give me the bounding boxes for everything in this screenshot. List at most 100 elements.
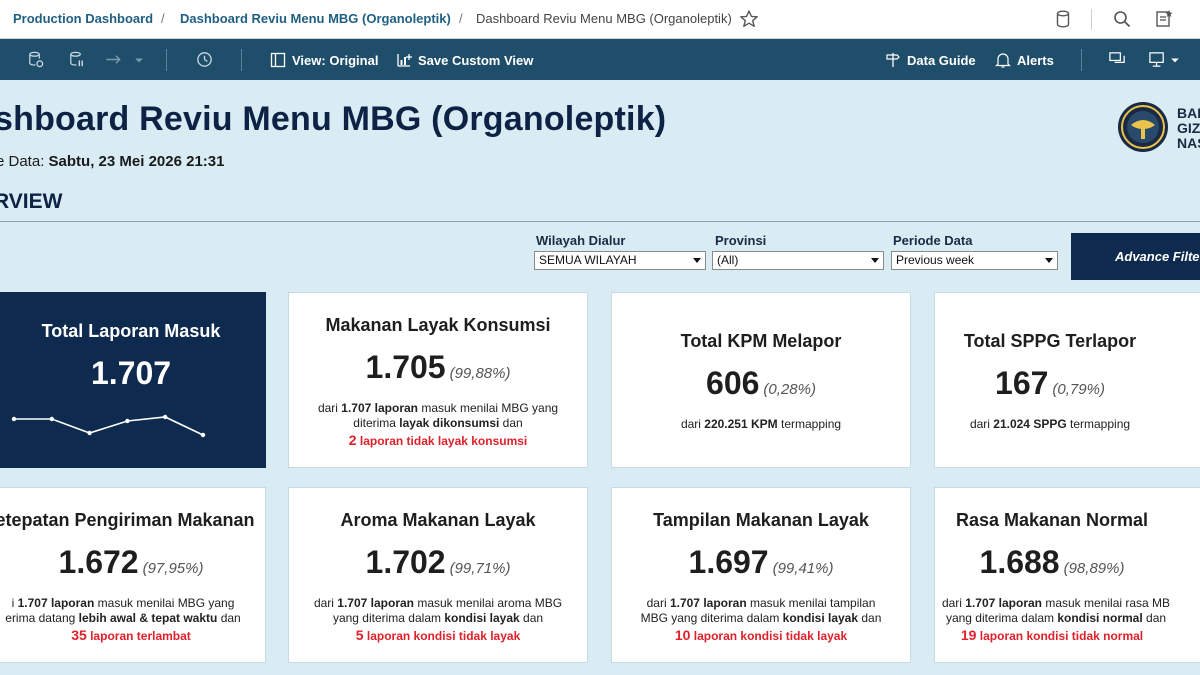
dashboard-title: shboard Reviu Menu MBG (Organoleptik) xyxy=(0,100,667,138)
revert-data-icon[interactable] xyxy=(26,50,45,69)
alerts-button[interactable]: Alerts xyxy=(995,51,1054,69)
breadcrumb-bar: Production Dashboard / Dashboard Reviu M… xyxy=(0,0,1200,39)
card-desc-bold: 21.024 SPPG xyxy=(993,417,1067,431)
card-total-laporan: Total Laporan Masuk 1.707 xyxy=(0,292,266,468)
dropdown-arrow-icon xyxy=(871,258,879,263)
star-favorite-icon[interactable] xyxy=(739,9,759,29)
notes-icon[interactable] xyxy=(1154,9,1174,29)
agency-name-line: NAS xyxy=(1177,135,1200,151)
breadcrumb-parent-link[interactable]: Dashboard Reviu Menu MBG (Organoleptik) xyxy=(180,11,451,26)
card-desc-text: dari xyxy=(313,596,338,610)
card-warning-count: 35 xyxy=(71,627,87,643)
agency-name-line: BAD xyxy=(1177,105,1200,121)
card-desc-bold: 1.707 laporan xyxy=(17,596,95,610)
card-warning: 19 laporan kondisi tidak normal xyxy=(903,627,1200,643)
card-value-percent: (99,88%) xyxy=(449,365,511,382)
card-value-percent: (99,41%) xyxy=(772,560,834,577)
card-value: 1.705 (99,88%) xyxy=(289,349,587,386)
card-title: Total KPM Melapor xyxy=(680,331,842,351)
card-desc-text: diterima xyxy=(353,416,400,430)
card-value-number: 1.702 xyxy=(365,544,446,580)
save-custom-view-button[interactable]: Save Custom View xyxy=(396,51,533,69)
agency-name: BAD GIZ NAS xyxy=(1177,106,1200,151)
card-desc-bold: kondisi normal xyxy=(1057,611,1143,625)
filter-periode-value: Previous week xyxy=(896,253,975,267)
card-total-kpm: Total KPM Melapor 606 (0,28%) dari 220.25… xyxy=(611,292,911,468)
card-title: Makanan Layak Konsumsi xyxy=(325,315,551,335)
present-icon[interactable] xyxy=(1148,50,1167,69)
agency-emblem-icon xyxy=(1118,102,1168,152)
filter-provinsi-label: Provinsi xyxy=(715,233,767,248)
card-desc-bold: layak dikonsumsi xyxy=(399,416,500,430)
card-value: 1.707 xyxy=(0,355,265,392)
bell-icon xyxy=(995,53,1011,68)
data-source-icon[interactable] xyxy=(1053,9,1073,29)
card-desc-bold: 1.707 laporan xyxy=(337,596,414,610)
card-warning-count: 10 xyxy=(674,627,691,643)
card-desc-text: dari xyxy=(969,417,994,431)
card-warning-text: laporan terlambat xyxy=(86,629,191,643)
filter-provinsi-value: (All) xyxy=(717,253,739,267)
filter-periode-dropdown[interactable]: Previous week xyxy=(891,251,1058,270)
card-desc-text: erima datang xyxy=(5,611,79,625)
card-value-number: 1.672 xyxy=(58,544,139,580)
card-ketepatan-pengiriman: etepatan Pengiriman Makanan 1.672 (97,95%… xyxy=(0,487,266,663)
sparkline-line xyxy=(14,416,204,436)
card-value-percent: (0,28%) xyxy=(763,381,816,398)
card-warning: 35 laporan terlambat xyxy=(0,627,265,643)
card-value: 167 (0,79%) xyxy=(901,365,1199,402)
card-value: 1.697 (99,41%) xyxy=(612,544,910,581)
card-warning-count: 5 xyxy=(355,627,364,643)
pause-updates-icon[interactable] xyxy=(67,50,86,69)
card-value: 1.702 (99,71%) xyxy=(289,544,587,581)
data-guide-label: Data Guide xyxy=(907,52,976,68)
card-value-number: 606 xyxy=(706,365,760,401)
toolbar-divider xyxy=(1081,49,1082,71)
card-value-number: 1.707 xyxy=(90,355,172,391)
card-desc-text: dari xyxy=(680,417,705,431)
section-overview-title: RVIEW xyxy=(0,190,63,213)
card-desc-text: masuk menilai aroma MBG xyxy=(414,596,563,610)
filter-periode-label: Periode Data xyxy=(893,233,973,248)
chevron-down-icon[interactable] xyxy=(133,50,145,69)
refresh-clock-icon[interactable] xyxy=(195,50,214,69)
update-prefix: e Data: xyxy=(0,153,45,170)
dropdown-arrow-icon xyxy=(693,258,701,263)
search-icon[interactable] xyxy=(1112,9,1132,29)
card-value-number: 167 xyxy=(995,365,1049,401)
card-desc-text: masuk menilai tampilan xyxy=(746,596,876,610)
card-warning: 5 laporan kondisi tidak layak xyxy=(289,627,587,643)
card-value-number: 1.705 xyxy=(365,349,446,385)
card-warning: 2 laporan tidak layak konsumsi xyxy=(289,432,587,448)
breadcrumb-root-link[interactable]: Production Dashboard xyxy=(13,11,153,26)
data-guide-button[interactable]: Data Guide xyxy=(885,51,976,69)
chevron-down-icon[interactable] xyxy=(1169,50,1181,69)
comments-icon[interactable] xyxy=(1108,50,1127,69)
card-warning-text: laporan tidak layak konsumsi xyxy=(356,434,528,448)
filter-wilayah-dropdown[interactable]: SEMUA WILAYAH xyxy=(534,251,706,270)
toolbar-divider xyxy=(1091,9,1092,30)
card-warning-text: laporan kondisi tidak normal xyxy=(976,629,1144,643)
advance-filter-button[interactable]: Advance Filte xyxy=(1071,233,1200,280)
card-description: dari 220.251 KPM termapping xyxy=(612,417,910,432)
view-original-button[interactable]: View: Original xyxy=(270,51,378,69)
card-desc-text: masuk menilai MBG yang xyxy=(94,596,235,610)
filter-provinsi-dropdown[interactable]: (All) xyxy=(712,251,884,270)
card-desc-bold: 1.707 laporan xyxy=(669,596,747,610)
card-rasa-makanan: Rasa Makanan Normal 1.688 (98,89%) dari 1… xyxy=(934,487,1200,663)
card-description: dari 1.707 laporan masuk menilai aroma M… xyxy=(289,596,587,626)
redo-icon[interactable] xyxy=(103,50,125,69)
card-desc-text: dan xyxy=(217,611,241,625)
alerts-label: Alerts xyxy=(1017,52,1054,68)
card-aroma-makanan: Aroma Makanan Layak 1.702 (99,71%) dari 1… xyxy=(288,487,588,663)
card-title: Tampilan Makanan Layak xyxy=(653,510,869,530)
card-desc-text: dari xyxy=(317,401,342,415)
card-desc-text: MBG yang diterima dalam xyxy=(640,611,783,625)
card-description: dari 21.024 SPPG termapping xyxy=(901,417,1199,432)
card-desc-text: yang diterima dalam xyxy=(945,611,1058,625)
card-desc-text: dari xyxy=(646,596,670,610)
card-value-number: 1.697 xyxy=(688,544,769,580)
card-desc-text: dan xyxy=(1142,611,1167,625)
card-total-sppg: Total SPPG Terlapor 167 (0,79%) dari 21.0… xyxy=(934,292,1200,468)
card-desc-text: dan xyxy=(858,611,882,625)
